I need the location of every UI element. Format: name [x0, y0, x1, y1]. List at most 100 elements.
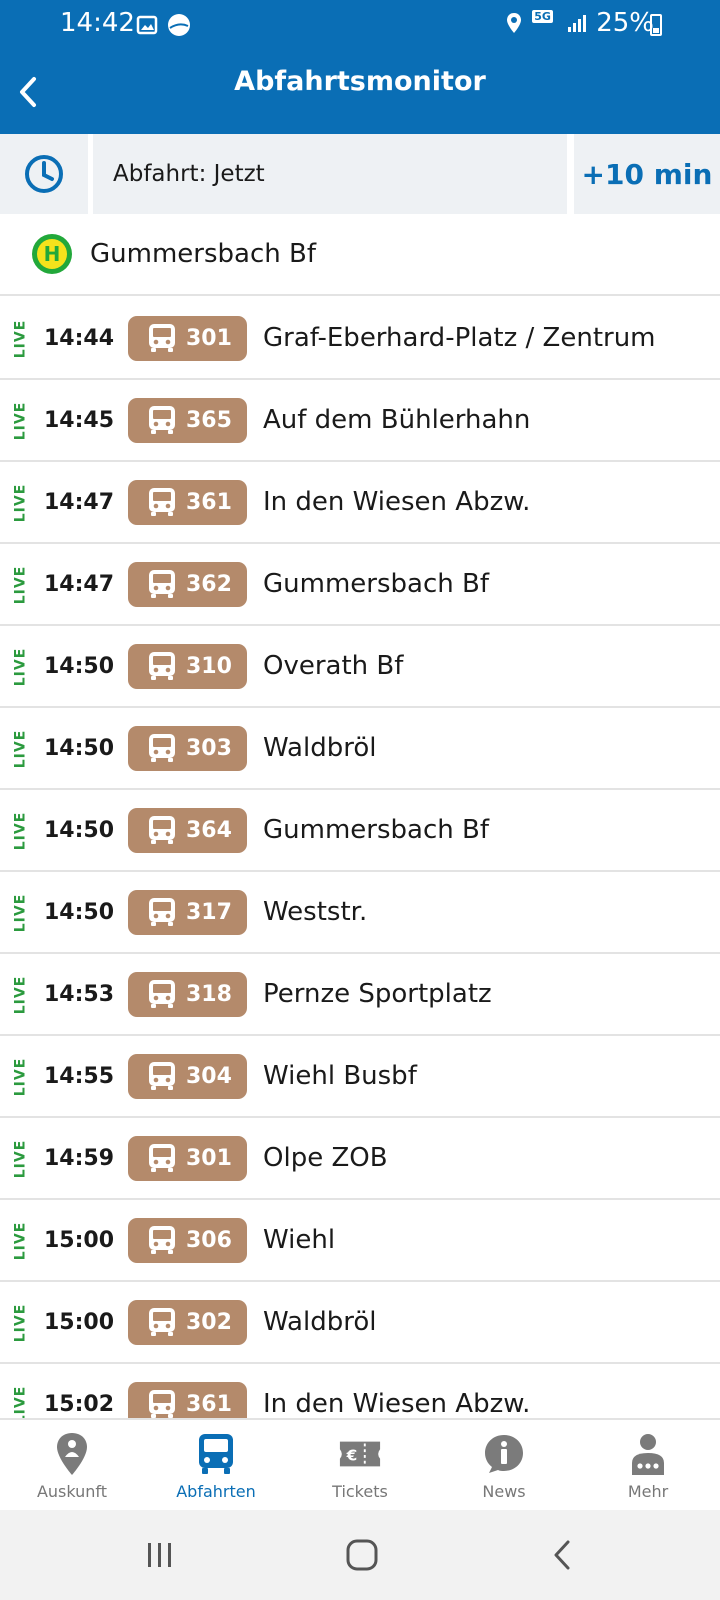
plus-10-min-button[interactable]: +10 min: [574, 134, 720, 214]
svg-text:€: €: [346, 1447, 358, 1465]
destination: Waldbröl: [263, 1307, 377, 1337]
live-label: LIVE: [12, 565, 28, 605]
line-badge: 361: [128, 479, 247, 525]
live-indicator: LIVE: [6, 1221, 34, 1261]
live-label: LIVE: [12, 1221, 28, 1261]
home-icon: [346, 1539, 378, 1571]
departure-row[interactable]: LIVE 14:47 361 In den Wiesen Abzw.: [0, 462, 720, 544]
departure-time: 14:45: [44, 407, 115, 433]
departure-row[interactable]: LIVE 14:44 301 Graf-Eberhard-Platz / Zentru…: [0, 298, 720, 380]
bus-icon: [149, 816, 175, 844]
line-number: 364: [186, 817, 232, 843]
tab-news[interactable]: News: [432, 1420, 576, 1510]
bus-icon: [149, 1226, 175, 1254]
departure-time: 14:53: [44, 981, 115, 1007]
tab-label: News: [482, 1482, 526, 1501]
time-picker-button[interactable]: [0, 134, 88, 214]
live-label: LIVE: [12, 1303, 28, 1343]
live-label: LIVE: [12, 975, 28, 1015]
destination: Pernze Sportplatz: [263, 979, 492, 1009]
bottom-tab-bar: Auskunft Abfahrten € Tickets News Mehr: [0, 1418, 720, 1510]
live-indicator: LIVE: [6, 483, 34, 523]
line-badge: 310: [128, 643, 247, 689]
tab-tickets[interactable]: € Tickets: [288, 1420, 432, 1510]
departure-time: 14:50: [44, 735, 115, 761]
station-header: H Gummersbach Bf: [0, 214, 720, 296]
destination: Wiehl: [263, 1225, 336, 1255]
live-label: LIVE: [12, 483, 28, 523]
bus-icon: [149, 488, 175, 516]
line-number: 318: [186, 981, 232, 1007]
location-pin-icon: [50, 1430, 94, 1478]
departure-list[interactable]: LIVE 14:44 301 Graf-Eberhard-Platz / Zentru…: [0, 298, 720, 1418]
status-time: 14:42: [60, 8, 135, 38]
bus-icon: [149, 652, 175, 680]
departure-time: 15:00: [44, 1227, 115, 1253]
battery-icon: [650, 14, 662, 36]
bus-icon: [149, 898, 175, 926]
live-indicator: LIVE: [6, 565, 34, 605]
tab-auskunft[interactable]: Auskunft: [0, 1420, 144, 1510]
line-badge: 303: [128, 725, 247, 771]
live-indicator: LIVE: [6, 401, 34, 441]
destination: Gummersbach Bf: [263, 569, 489, 599]
departure-time: 15:02: [44, 1391, 115, 1417]
line-number: 365: [186, 407, 232, 433]
bus-icon: [149, 1144, 175, 1172]
destination: In den Wiesen Abzw.: [263, 487, 531, 517]
departure-time-bar: Abfahrt: Jetzt +10 min: [0, 134, 720, 214]
destination: Waldbröl: [263, 733, 377, 763]
departure-time: 14:47: [44, 489, 115, 515]
live-indicator: LIVE: [6, 1385, 34, 1418]
departure-row[interactable]: LIVE 15:02 361 In den Wiesen Abzw.: [0, 1364, 720, 1418]
departure-row[interactable]: LIVE 14:45 365 Auf dem Bühlerhahn: [0, 380, 720, 462]
departure-time: 14:44: [44, 325, 115, 351]
status-left-icons: [136, 12, 192, 38]
live-indicator: LIVE: [6, 1139, 34, 1179]
line-badge: 301: [128, 315, 247, 361]
line-badge: 362: [128, 561, 247, 607]
battery-percent: 25%: [596, 8, 654, 38]
network-label: 5G: [532, 10, 553, 23]
line-number: 361: [186, 489, 232, 515]
signal-icon: [568, 15, 587, 32]
line-badge: 365: [128, 397, 247, 443]
tab-abfahrten[interactable]: Abfahrten: [144, 1420, 288, 1510]
departure-row[interactable]: LIVE 14:59 301 Olpe ZOB: [0, 1118, 720, 1200]
bus-icon: [194, 1430, 238, 1478]
line-badge: 317: [128, 889, 247, 935]
line-number: 317: [186, 899, 232, 925]
departure-row[interactable]: LIVE 15:00 302 Waldbröl: [0, 1282, 720, 1364]
recent-apps-button[interactable]: [130, 1532, 190, 1578]
departure-row[interactable]: LIVE 14:53 318 Pernze Sportplatz: [0, 954, 720, 1036]
departure-row[interactable]: LIVE 14:50 317 Weststr.: [0, 872, 720, 954]
tab-mehr[interactable]: Mehr: [576, 1420, 720, 1510]
departure-time: 14:55: [44, 1063, 115, 1089]
destination: Overath Bf: [263, 651, 404, 681]
live-indicator: LIVE: [6, 893, 34, 933]
live-label: LIVE: [12, 401, 28, 441]
status-right: 5G 25%: [504, 8, 654, 38]
android-nav-bar: [0, 1510, 720, 1600]
home-button[interactable]: [332, 1532, 392, 1578]
departure-row[interactable]: LIVE 14:50 303 Waldbröl: [0, 708, 720, 790]
live-label: LIVE: [12, 647, 28, 687]
bus-icon: [149, 1062, 175, 1090]
departure-row[interactable]: LIVE 14:50 364 Gummersbach Bf: [0, 790, 720, 872]
live-indicator: LIVE: [6, 1057, 34, 1097]
departure-time-field[interactable]: Abfahrt: Jetzt: [93, 134, 567, 214]
line-number: 303: [186, 735, 232, 761]
departure-row[interactable]: LIVE 14:50 310 Overath Bf: [0, 626, 720, 708]
departure-row[interactable]: LIVE 14:55 304 Wiehl Busbf: [0, 1036, 720, 1118]
info-icon: [482, 1430, 526, 1478]
departure-row[interactable]: LIVE 15:00 306 Wiehl: [0, 1200, 720, 1282]
status-bar: 14:42 5G 25%: [0, 0, 720, 52]
live-label: LIVE: [12, 893, 28, 933]
person-more-icon: [626, 1430, 670, 1478]
destination: In den Wiesen Abzw.: [263, 1389, 531, 1418]
line-badge: 302: [128, 1299, 247, 1345]
departure-row[interactable]: LIVE 14:47 362 Gummersbach Bf: [0, 544, 720, 626]
recent-apps-icon: [148, 1543, 171, 1567]
line-number: 304: [186, 1063, 232, 1089]
back-nav-button[interactable]: [532, 1532, 592, 1578]
